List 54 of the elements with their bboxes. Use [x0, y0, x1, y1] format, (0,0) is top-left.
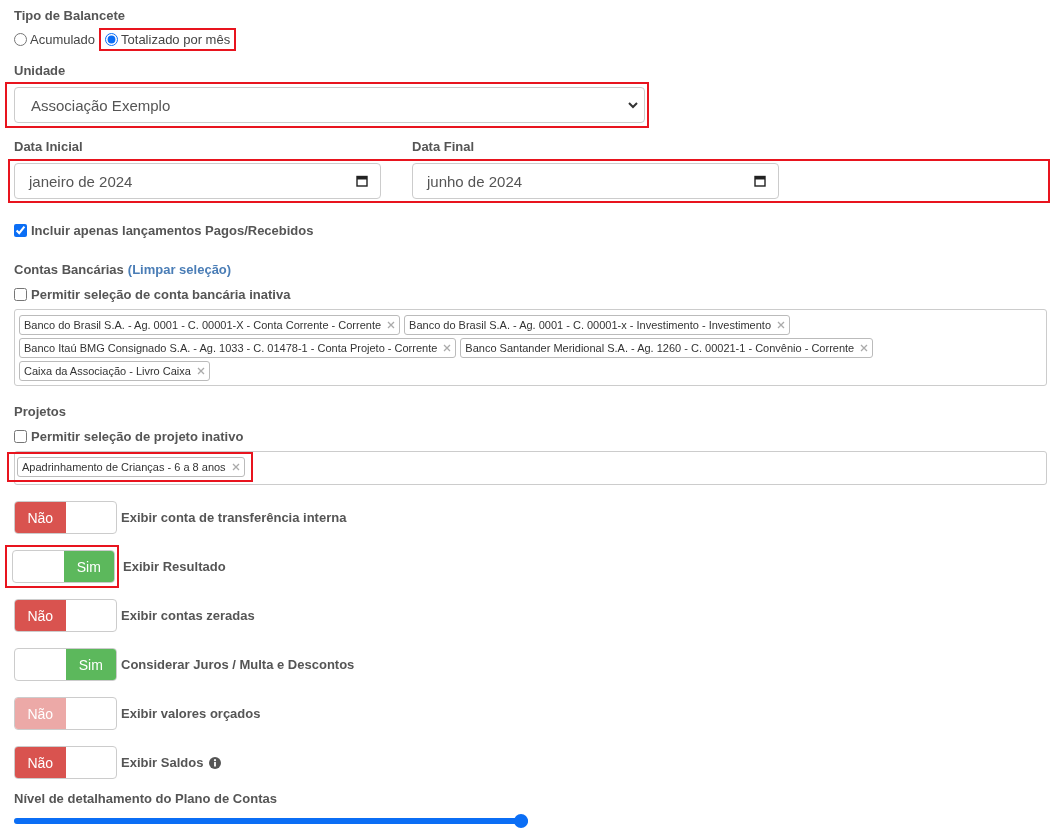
remove-icon: [196, 367, 205, 375]
radio-label: Totalizado por mês: [121, 32, 231, 47]
field-label: Unidade: [14, 63, 66, 78]
field-label: Tipo de Balancete: [14, 8, 125, 23]
remove-icon: [443, 344, 452, 352]
radio-button[interactable]: [105, 33, 119, 46]
selected-tag[interactable]: Caixa da Associação - Livro Caixa: [19, 361, 210, 381]
field-label: Data Inicial: [14, 139, 84, 154]
selected-tag[interactable]: Banco do Brasil S.A. - Ag. 0001 - C. 00001-X - Conta Corrente - Corrente: [19, 315, 401, 335]
selected-tag[interactable]: Banco Santander Meridional S.A. - Ag. 1260 - C. 00021-1 - Convênio - Corrente: [460, 338, 874, 358]
toggle-label: Exibir Resultado: [123, 559, 226, 574]
checkbox-label: Permitir seleção de conta bancária inativa: [31, 287, 291, 302]
radio-button[interactable]: [14, 33, 27, 46]
toggle-label: Exibir contas zeradas: [121, 608, 255, 623]
tag-label: Banco do Brasil S.A. - Ag. 0001 - C. 00001-x - Investimento - Investimento: [409, 319, 772, 331]
checkbox-label: Permitir seleção de projeto inativo: [31, 429, 244, 444]
toggle-label: Considerar Juros / Multa e Descontos: [121, 657, 355, 672]
date-field[interactable]: junho de 2024: [412, 163, 779, 199]
clear-selection-link[interactable]: (Limpar seleção): [127, 262, 232, 277]
remove-icon: [860, 344, 869, 352]
remove-icon: [231, 463, 240, 471]
field-label: Data Final: [412, 139, 476, 154]
slider-thumb[interactable]: [514, 814, 528, 828]
calendar-icon: [356, 175, 368, 187]
toggle-switch[interactable]: Não: [14, 501, 117, 534]
multi-select-field[interactable]: [14, 309, 1047, 386]
field-label: Projetos: [14, 404, 66, 419]
checkbox[interactable]: [14, 430, 27, 443]
remove-icon: [387, 321, 396, 329]
unit-select[interactable]: Associação Exemplo: [14, 87, 645, 123]
selected-tag[interactable]: Apadrinhamento de Crianças - 6 a 8 anos: [17, 457, 245, 477]
field-label: Contas Bancárias: [14, 262, 124, 277]
radio-label: Acumulado: [30, 32, 96, 47]
checkbox[interactable]: [14, 224, 27, 237]
date-field[interactable]: janeiro de 2024: [14, 163, 381, 199]
tag-label: Caixa da Associação - Livro Caixa: [24, 365, 191, 377]
toggle-switch[interactable]: Não: [14, 599, 117, 632]
selected-tag[interactable]: Banco do Brasil S.A. - Ag. 0001 - C. 00001-x - Investimento - Investimento: [404, 315, 791, 335]
field-label: Nível de detalhamento do Plano de Contas: [14, 791, 277, 806]
tag-label: Banco Itaú BMG Consignado S.A. - Ag. 1033 - C. 01478-1 - Conta Projeto - Corrente: [24, 342, 438, 354]
chevron-down-icon: [628, 101, 638, 109]
calendar-icon: [754, 175, 766, 187]
checkbox-label: Incluir apenas lançamentos Pagos/Recebidos: [31, 223, 314, 238]
tag-label: Banco do Brasil S.A. - Ag. 0001 - C. 00001-X - Conta Corrente - Corrente: [24, 319, 382, 331]
selected-tag[interactable]: Banco Itaú BMG Consignado S.A. - Ag. 1033 - C. 01478-1 - Conta Projeto - Corrente: [19, 338, 457, 358]
range-slider[interactable]: [14, 814, 528, 828]
tag-label: Apadrinhamento de Crianças - 6 a 8 anos: [22, 461, 226, 473]
checkbox[interactable]: [14, 288, 27, 301]
toggle-label: Exibir conta de transferência interna: [121, 510, 347, 525]
toggle-switch[interactable]: Não: [14, 746, 117, 779]
toggle-label: Exibir Saldos: [121, 755, 204, 770]
toggle-label: Exibir valores orçados: [121, 706, 261, 721]
remove-icon: [777, 321, 786, 329]
tag-label: Banco Santander Meridional S.A. - Ag. 1260 - C. 00021-1 - Convênio - Corrente: [465, 342, 855, 354]
